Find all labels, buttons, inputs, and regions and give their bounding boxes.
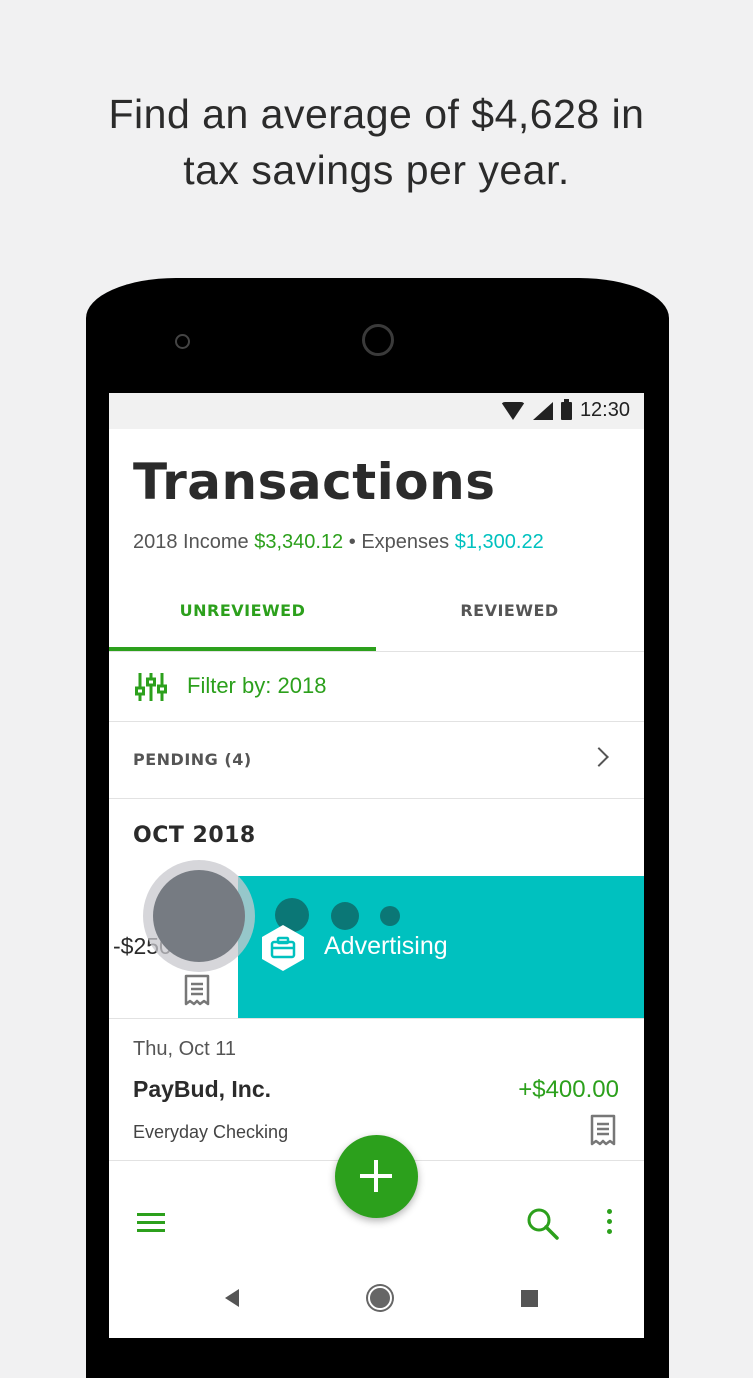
headline-line-1: Find an average of $4,628 in [108, 91, 645, 137]
category-label: Advertising [324, 932, 448, 960]
add-transaction-button[interactable] [335, 1135, 418, 1218]
income-expense-summary: 2018 Income $3,340.12 • Expenses $1,300.… [133, 531, 544, 554]
filter-sliders-icon [135, 673, 167, 701]
more-vert-icon[interactable] [607, 1209, 613, 1239]
touch-indicator [153, 870, 245, 962]
search-icon[interactable] [526, 1207, 560, 1241]
filter-label: Filter by: [187, 673, 272, 698]
app-screen: 12:30 Transactions 2018 Income $3,340.12… [109, 393, 644, 1338]
status-bar: 12:30 [109, 393, 644, 429]
expenses-label: Expenses [361, 531, 450, 553]
signal-icon [532, 401, 553, 420]
filter-row[interactable]: Filter by: 2018 [109, 651, 644, 722]
progress-dot [380, 906, 400, 926]
headline-line-2: tax savings per year. [183, 147, 570, 193]
transaction-date: Thu, Oct 11 [133, 1038, 237, 1060]
home-icon[interactable] [368, 1286, 392, 1310]
hamburger-menu-icon[interactable] [137, 1213, 165, 1233]
transaction-amount: +$400.00 [518, 1076, 619, 1103]
briefcase-icon [262, 925, 304, 971]
expenses-value: $1,300.22 [454, 531, 544, 553]
wifi-icon [500, 401, 525, 420]
pending-row[interactable]: PENDING (4) [109, 722, 644, 799]
android-nav-bar [109, 1268, 644, 1338]
summary-separator: • [348, 531, 356, 553]
month-header: OCT 2018 [133, 823, 256, 848]
phone-sensor [175, 334, 190, 349]
battery-icon [560, 398, 572, 420]
chevron-right-icon [589, 747, 609, 767]
transaction-account: Everyday Checking [133, 1122, 289, 1142]
tab-unreviewed[interactable]: UNREVIEWED [109, 589, 376, 651]
income-value: $3,340.12 [254, 531, 344, 553]
tab-reviewed[interactable]: REVIEWED [376, 589, 643, 651]
status-time: 12:30 [579, 399, 630, 421]
marketing-headline: Find an average of $4,628 in tax savings… [0, 86, 753, 198]
progress-dot [331, 902, 359, 930]
receipt-icon[interactable] [589, 1114, 617, 1146]
receipt-icon [184, 974, 210, 1006]
category-swipe-panel[interactable]: Advertising [238, 876, 644, 1018]
pending-label: PENDING (4) [133, 750, 252, 769]
swipe-transaction-row[interactable]: -$250.00 Advertising [109, 860, 644, 1019]
filter-value: 2018 [277, 673, 327, 698]
income-label: 2018 Income [133, 531, 249, 553]
transaction-name: PayBud, Inc. [133, 1076, 272, 1102]
recent-apps-icon[interactable] [521, 1290, 538, 1307]
phone-camera [362, 324, 394, 356]
review-tabs: UNREVIEWED REVIEWED [109, 589, 644, 652]
back-icon[interactable] [225, 1289, 239, 1307]
page-title: Transactions [133, 453, 496, 511]
